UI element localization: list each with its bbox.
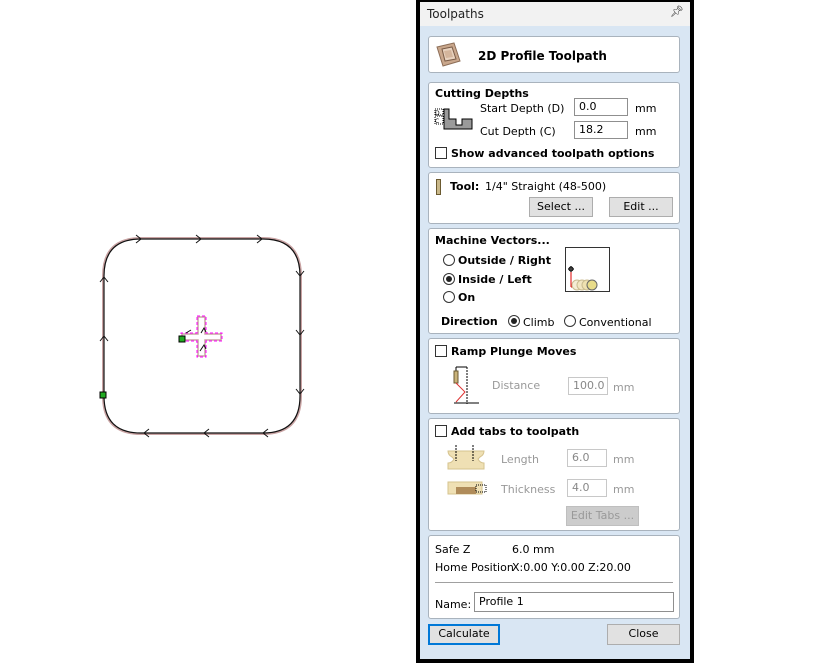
cutting-depths-heading: Cutting Depths	[435, 87, 529, 100]
machine-vectors-heading: Machine Vectors...	[435, 234, 550, 247]
toolpath-type-title: 2D Profile Toolpath	[478, 49, 607, 63]
settings-group: Safe Z 6.0 mm Home Position X:0.00 Y:0.0…	[428, 535, 680, 619]
panel-titlebar: Toolpaths 📌︎	[420, 2, 690, 26]
add-tabs-label[interactable]: Add tabs to toolpath	[451, 425, 579, 438]
safe-z-label: Safe Z	[435, 543, 471, 556]
close-button[interactable]: Close	[607, 624, 680, 645]
tab-thickness-icon	[447, 481, 487, 495]
profile-toolpath-icon	[436, 42, 461, 67]
machine-vectors-group: Machine Vectors... Outside / Right Insid…	[428, 228, 680, 334]
ramp-diagram-icon	[453, 366, 479, 404]
toolpath-header: 2D Profile Toolpath	[428, 36, 680, 73]
cut-depth-unit: mm	[635, 125, 657, 138]
inner-cross-selection	[180, 315, 223, 358]
tab-length-input[interactable]: 6.0	[567, 449, 607, 467]
climb-label[interactable]: Climb	[523, 316, 555, 329]
toolpaths-panel: Toolpaths 📌︎ 2D Profile Toolpath Cutting…	[420, 2, 690, 659]
tab-length-icon	[447, 445, 485, 470]
tool-label: Tool:	[450, 180, 480, 193]
outside-right-radio[interactable]	[443, 254, 455, 266]
inner-start-point-marker[interactable]	[178, 335, 186, 343]
outside-right-label[interactable]: Outside / Right	[458, 254, 551, 267]
outer-vector[interactable]	[102, 237, 302, 435]
settings-separator	[435, 582, 673, 583]
climb-radio[interactable]	[508, 315, 520, 327]
inside-left-label[interactable]: Inside / Left	[458, 273, 532, 286]
tab-thickness-input[interactable]: 4.0	[567, 479, 607, 497]
ramp-label[interactable]: Ramp Plunge Moves	[451, 345, 576, 358]
end-mill-icon	[436, 179, 441, 195]
pin-icon[interactable]: 📌︎	[670, 5, 684, 18]
start-depth-unit: mm	[635, 102, 657, 115]
add-tabs-checkbox[interactable]	[435, 425, 447, 437]
advanced-options-checkbox[interactable]	[435, 147, 447, 159]
svg-text:D: D	[435, 110, 440, 117]
inside-left-radio[interactable]	[443, 273, 455, 285]
edit-tabs-button[interactable]: Edit Tabs ...	[566, 506, 639, 526]
tab-length-unit: mm	[613, 453, 635, 466]
calculate-button[interactable]: Calculate	[428, 624, 500, 645]
conventional-label[interactable]: Conventional	[579, 316, 652, 329]
ramp-distance-unit: mm	[613, 381, 635, 394]
tab-thickness-label: Thickness	[501, 483, 556, 496]
cut-depth-input[interactable]: 18.2	[574, 121, 628, 139]
toolpath-preview	[99, 234, 305, 438]
name-label: Name:	[435, 598, 472, 611]
tabs-group: Add tabs to toolpath Length 6.0 mm Thick…	[428, 418, 680, 531]
cut-direction-preview-icon	[565, 247, 610, 292]
direction-arrows	[99, 234, 305, 438]
ramp-distance-input[interactable]: 100.0	[568, 377, 608, 395]
cutting-depths-group: Cutting Depths D C Start Depth (D) 0.0 m…	[428, 82, 680, 168]
start-depth-label: Start Depth (D)	[480, 102, 565, 115]
tool-group: Tool: 1/4" Straight (48-500) Select ... …	[428, 172, 680, 224]
advanced-options-label[interactable]: Show advanced toolpath options	[451, 147, 654, 160]
start-depth-input[interactable]: 0.0	[574, 98, 628, 116]
ramp-group: Ramp Plunge Moves Distance 100.0 mm	[428, 338, 680, 414]
edit-tool-button[interactable]: Edit ...	[609, 197, 673, 217]
outer-toolpath[interactable]	[103, 238, 301, 434]
cut-depth-label: Cut Depth (C)	[480, 125, 556, 138]
start-point-marker[interactable]	[99, 391, 107, 399]
home-position-label: Home Position	[435, 561, 514, 574]
home-position-value: X:0.00 Y:0.00 Z:20.00	[512, 561, 631, 574]
toolpath-name-input[interactable]: Profile 1	[474, 592, 674, 612]
ramp-checkbox[interactable]	[435, 345, 447, 357]
tool-value: 1/4" Straight (48-500)	[485, 180, 607, 193]
conventional-radio[interactable]	[564, 315, 576, 327]
tab-length-label: Length	[501, 453, 539, 466]
tab-thickness-unit: mm	[613, 483, 635, 496]
safe-z-value: 6.0 mm	[512, 543, 555, 556]
inner-cross-vector[interactable]	[181, 316, 222, 357]
on-radio[interactable]	[443, 291, 455, 303]
on-label[interactable]: On	[458, 291, 475, 304]
svg-text:C: C	[435, 118, 439, 125]
panel-title: Toolpaths	[427, 7, 484, 21]
drawing-canvas[interactable]	[0, 0, 416, 663]
select-tool-button[interactable]: Select ...	[529, 197, 593, 217]
ramp-distance-label: Distance	[492, 379, 541, 392]
depth-diagram-icon: D C	[434, 108, 473, 130]
direction-label: Direction	[441, 315, 498, 328]
